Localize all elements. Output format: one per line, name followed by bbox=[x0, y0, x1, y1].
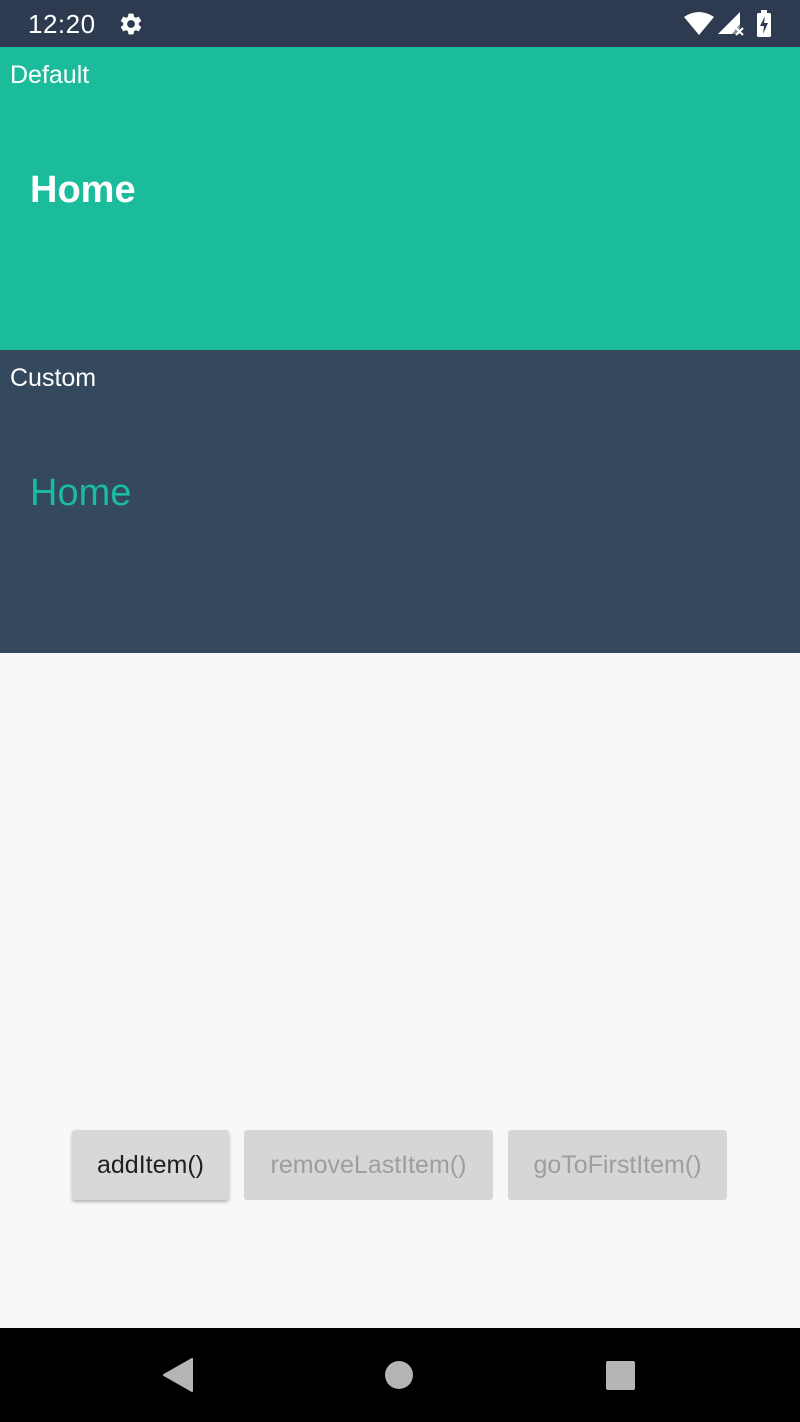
content-area bbox=[0, 653, 800, 1328]
status-time: 12:20 bbox=[28, 9, 96, 39]
wifi-icon bbox=[684, 12, 714, 35]
add-item-button[interactable]: addItem() bbox=[72, 1130, 229, 1200]
navigation-bar bbox=[0, 1328, 800, 1422]
section-label-default: Default bbox=[10, 61, 90, 89]
section-label-custom: Custom bbox=[10, 364, 97, 392]
battery-icon bbox=[757, 10, 771, 37]
home-icon[interactable] bbox=[385, 1361, 413, 1389]
status-bar: 12:20 bbox=[0, 0, 800, 47]
gear-icon bbox=[120, 13, 142, 35]
remove-last-item-button[interactable]: removeLastItem() bbox=[244, 1130, 493, 1200]
back-icon[interactable] bbox=[163, 1358, 193, 1392]
section-custom: Custom Home bbox=[0, 350, 800, 653]
section-default: Default Home bbox=[0, 47, 800, 350]
section-title-default[interactable]: Home bbox=[30, 169, 136, 212]
section-title-custom[interactable]: Home bbox=[30, 472, 131, 515]
signal-icon bbox=[718, 12, 744, 36]
go-to-first-item-button[interactable]: goToFirstItem() bbox=[508, 1130, 727, 1200]
recents-icon[interactable] bbox=[606, 1361, 635, 1390]
